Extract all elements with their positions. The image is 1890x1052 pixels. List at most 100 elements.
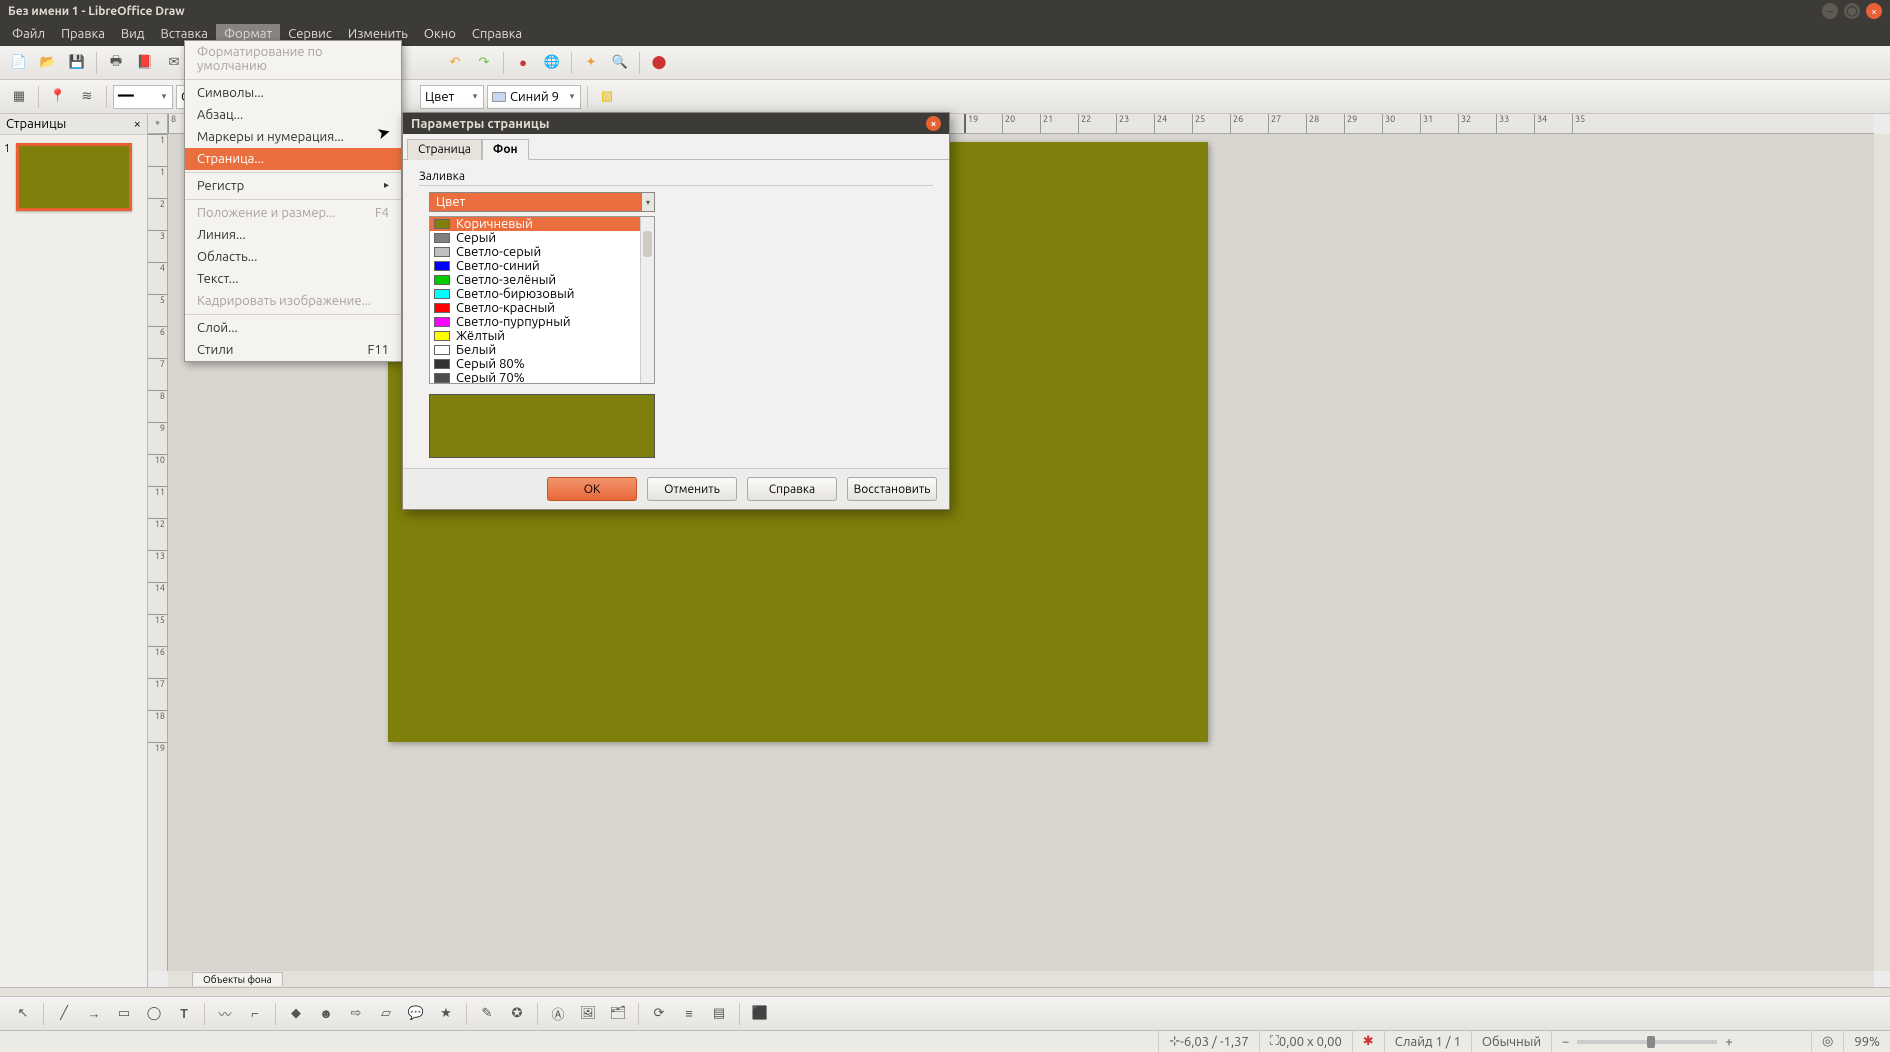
hyperlink-button[interactable]: 🌐 xyxy=(539,50,565,76)
help-icon[interactable]: ⬤ xyxy=(646,50,672,76)
menu-edit[interactable]: Правка xyxy=(53,24,113,44)
fill-type-combo[interactable]: Цвет▾ xyxy=(420,85,484,109)
color-list-item[interactable]: Светло-серый xyxy=(430,245,654,259)
reset-button[interactable]: Восстановить xyxy=(847,477,937,501)
help-button[interactable]: Справка xyxy=(747,477,837,501)
format-menu-item[interactable]: Маркеры и нумерация... xyxy=(185,126,401,148)
rect-tool[interactable]: ▭ xyxy=(111,1001,137,1027)
callout-tool[interactable]: 💬 xyxy=(403,1001,429,1027)
new-doc-button[interactable]: 📄 xyxy=(6,50,32,76)
text-tool[interactable]: T xyxy=(171,1001,197,1027)
tab-page[interactable]: Страница xyxy=(407,139,482,160)
ellipse-tool[interactable]: ◯ xyxy=(141,1001,167,1027)
format-menu-item[interactable]: Регистр▸ xyxy=(185,175,401,197)
format-menu-item[interactable]: СтилиF11 xyxy=(185,339,401,361)
format-menu-item[interactable]: Страница... xyxy=(185,148,401,170)
chevron-down-icon[interactable]: ▾ xyxy=(641,192,655,212)
tab-background[interactable]: Фон xyxy=(482,139,529,160)
points-tool[interactable]: ✎ xyxy=(474,1001,500,1027)
status-zoom-fit-icon[interactable]: ◎ xyxy=(1811,1031,1843,1052)
menu-file[interactable]: Файл xyxy=(4,24,53,44)
menu-window[interactable]: Окно xyxy=(416,24,464,44)
extrude-tool[interactable]: ⬛ xyxy=(747,1001,773,1027)
color-list-item[interactable]: Светло-пурпурный xyxy=(430,315,654,329)
format-menu-item[interactable]: Слой... xyxy=(185,317,401,339)
anchor-button[interactable]: 📍 xyxy=(45,84,71,110)
arrange-button[interactable]: ▦ xyxy=(6,84,32,110)
close-button[interactable]: × xyxy=(1866,3,1882,19)
dialog-titlebar[interactable]: Параметры страницы × xyxy=(403,113,949,134)
export-pdf-button[interactable]: 📕 xyxy=(132,50,158,76)
page-thumbnail[interactable] xyxy=(16,143,132,211)
format-menu-item: Кадрировать изображение... xyxy=(185,290,401,312)
color-listbox[interactable]: КоричневыйСерыйСветло-серыйСветло-синийС… xyxy=(429,216,655,384)
fill-color-combo[interactable]: Синий 9▾ xyxy=(487,85,581,109)
flowchart-tool[interactable]: ▱ xyxy=(373,1001,399,1027)
undo-button[interactable]: ↶ xyxy=(442,50,468,76)
page-thumbnail-row[interactable]: 1 xyxy=(0,135,147,219)
stars-tool[interactable]: ★ xyxy=(433,1001,459,1027)
color-list-item[interactable]: Серый xyxy=(430,231,654,245)
color-name: Серый xyxy=(456,231,496,245)
redo-button[interactable]: ↷ xyxy=(471,50,497,76)
color-list-item[interactable]: Коричневый xyxy=(430,217,654,231)
save-button[interactable]: 💾 xyxy=(64,50,90,76)
status-zoom[interactable]: 99% xyxy=(1843,1031,1890,1052)
pages-panel-close-icon[interactable]: × xyxy=(134,117,141,131)
zoom-slider-field[interactable]: −+ xyxy=(1551,1031,1811,1052)
dialog-close-icon[interactable]: × xyxy=(926,116,941,131)
color-list-scrollbar[interactable] xyxy=(640,217,654,383)
zoom-button[interactable]: 🔍 xyxy=(607,50,633,76)
minimize-button[interactable]: – xyxy=(1822,3,1838,19)
color-list-item[interactable]: Светло-синий xyxy=(430,259,654,273)
color-list-item[interactable]: Светло-красный xyxy=(430,301,654,315)
menu-help[interactable]: Справка xyxy=(464,24,530,44)
vertical-scrollbar[interactable] xyxy=(1874,134,1890,971)
line-tool[interactable]: ╱ xyxy=(51,1001,77,1027)
rotate-tool[interactable]: ⟳ xyxy=(646,1001,672,1027)
block-arrows-tool[interactable]: ⇨ xyxy=(343,1001,369,1027)
format-menu-item[interactable]: Область... xyxy=(185,246,401,268)
zoom-slider[interactable] xyxy=(1577,1040,1717,1044)
navigator-button[interactable]: ✦ xyxy=(578,50,604,76)
line-style-combo[interactable]: ━━▾ xyxy=(113,85,173,109)
gallery-tool[interactable]: 🗂 xyxy=(605,1001,631,1027)
symbol-shapes-tool[interactable]: ☻ xyxy=(313,1001,339,1027)
horizontal-scrollbar[interactable]: Объекты фона xyxy=(168,971,1874,987)
vertical-ruler[interactable]: 112345678910111213141516171819 xyxy=(148,134,168,971)
basic-shapes-tool[interactable]: ◆ xyxy=(283,1001,309,1027)
align-button[interactable]: ≋ xyxy=(74,84,100,110)
curve-tool[interactable]: 〰 xyxy=(212,1001,238,1027)
cancel-button[interactable]: Отменить xyxy=(647,477,737,501)
ok-button[interactable]: ОК xyxy=(547,477,637,501)
format-menu-item[interactable]: Символы... xyxy=(185,82,401,104)
pages-panel-title: Страницы xyxy=(6,117,66,131)
open-button[interactable]: 📂 xyxy=(35,50,61,76)
align-tool[interactable]: ≡ xyxy=(676,1001,702,1027)
maximize-button[interactable]: ◯ xyxy=(1844,3,1860,19)
format-menu-item[interactable]: Текст... xyxy=(185,268,401,290)
fontwork-tool[interactable]: Ⓐ xyxy=(545,1001,571,1027)
arrow-tool[interactable]: → xyxy=(81,1001,107,1027)
layer-tab[interactable]: Объекты фона xyxy=(192,972,283,986)
chart-button[interactable]: ● xyxy=(510,50,536,76)
color-swatch-icon xyxy=(434,275,450,285)
from-file-tool[interactable]: 🖼 xyxy=(575,1001,601,1027)
color-list-item[interactable]: Жёлтый xyxy=(430,329,654,343)
print-button[interactable]: 🖶 xyxy=(103,50,129,76)
color-list-item[interactable]: Светло-зелёный xyxy=(430,273,654,287)
select-tool[interactable]: ↖ xyxy=(10,1001,36,1027)
shadow-button[interactable]: ▧ xyxy=(594,84,620,110)
color-swatch-icon xyxy=(434,303,450,313)
gluepoints-tool[interactable]: ✪ xyxy=(504,1001,530,1027)
color-list-item[interactable]: Белый xyxy=(430,343,654,357)
format-menu-item[interactable]: Линия... xyxy=(185,224,401,246)
color-list-item[interactable]: Светло-бирюзовый xyxy=(430,287,654,301)
format-menu-item[interactable]: Абзац... xyxy=(185,104,401,126)
color-list-item[interactable]: Серый 80% xyxy=(430,357,654,371)
menu-view[interactable]: Вид xyxy=(113,24,153,44)
connector-tool[interactable]: ⌐ xyxy=(242,1001,268,1027)
arrange-tool[interactable]: ▤ xyxy=(706,1001,732,1027)
color-list-item[interactable]: Серый 70% xyxy=(430,371,654,384)
fill-type-combo[interactable]: Цвет ▾ xyxy=(429,192,655,212)
